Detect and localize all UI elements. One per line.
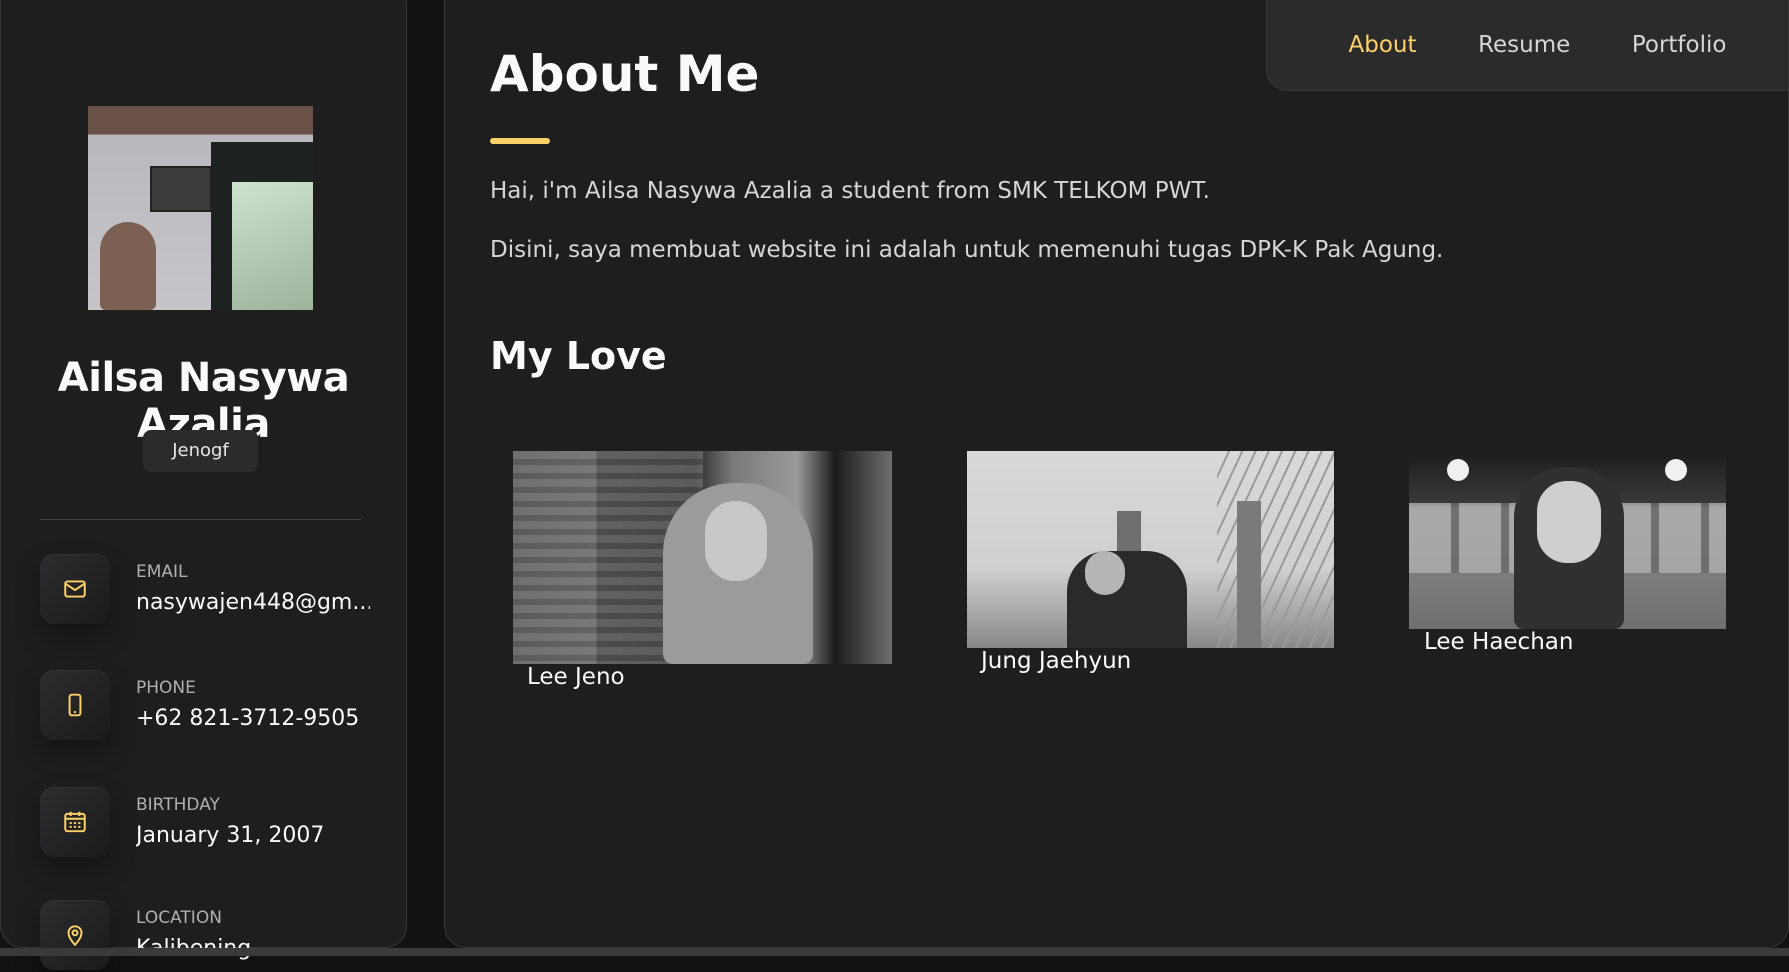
nav-resume[interactable]: Resume — [1478, 32, 1570, 58]
contact-location: Location Kalibening — [40, 900, 370, 972]
bridge-tower-2 — [1237, 501, 1261, 648]
contact-birthday: Birthday January 31, 2007 — [40, 787, 370, 859]
love-photo-1 — [513, 451, 892, 664]
stadium-light-2 — [1665, 459, 1687, 481]
door-window — [232, 182, 313, 310]
window-bottom-edge — [0, 948, 1789, 956]
profile-title-badge: Jenogf — [143, 430, 258, 472]
contact-location-label: Location — [136, 908, 222, 928]
bridge-cables — [1217, 451, 1334, 648]
navbar: About Resume Portfolio — [1266, 0, 1789, 91]
birthday-value: January 31, 2007 — [136, 823, 325, 848]
love-photo-3 — [1409, 451, 1726, 629]
separator — [40, 519, 361, 520]
title-underline — [490, 138, 550, 144]
stadium-light — [1447, 459, 1469, 481]
face — [1537, 481, 1601, 563]
love-name-1: Lee Jeno — [527, 664, 625, 690]
contact-email-label: Email — [136, 562, 188, 582]
location-icon — [40, 900, 110, 970]
section-title-my-love: My Love — [490, 334, 667, 378]
person-figure — [100, 222, 156, 310]
phone-icon — [40, 670, 110, 740]
nav-about[interactable]: About — [1349, 32, 1417, 58]
calendar-icon — [40, 787, 110, 857]
contact-birthday-label: Birthday — [136, 795, 220, 815]
nav-portfolio[interactable]: Portfolio — [1632, 32, 1727, 58]
contact-phone-label: Phone — [136, 678, 196, 698]
contact-phone: Phone +62 821-3712-9505 — [40, 670, 370, 742]
mail-icon — [40, 554, 110, 624]
face — [705, 501, 767, 581]
avatar — [88, 106, 313, 310]
love-photo-2 — [967, 451, 1334, 648]
head — [1085, 551, 1125, 595]
about-paragraph-1: Hai, i'm Ailsa Nasywa Azalia a student f… — [490, 178, 1210, 204]
about-paragraph-2: Disini, saya membuat website ini adalah … — [490, 237, 1444, 263]
wall-picture — [150, 166, 212, 212]
page-title: About Me — [490, 45, 760, 103]
email-link[interactable]: nasywajen448@gm... — [136, 590, 370, 615]
love-name-2: Jung Jaehyun — [981, 648, 1132, 674]
love-name-3: Lee Haechan — [1424, 629, 1574, 655]
contact-email: Email nasywajen448@gm... — [40, 554, 370, 626]
phone-link[interactable]: +62 821-3712-9505 — [136, 706, 359, 731]
